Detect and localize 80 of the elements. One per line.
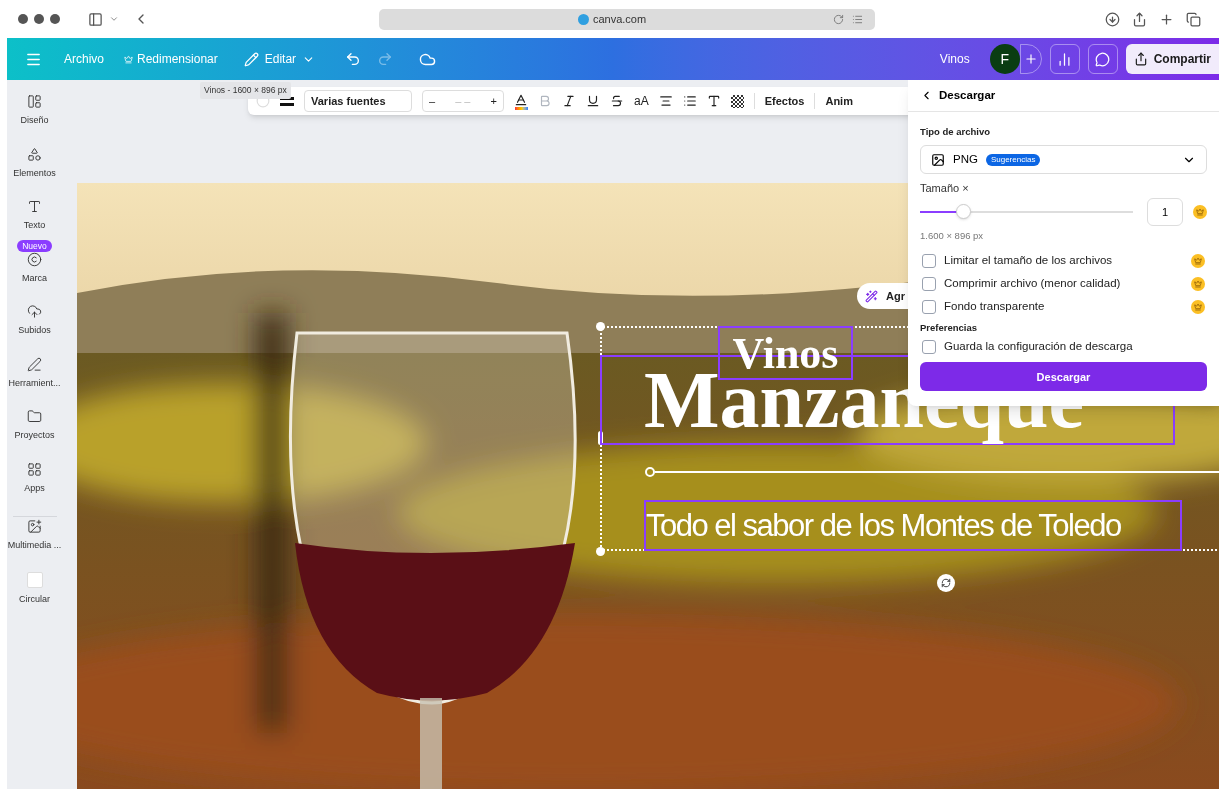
sidebar-label[interactable]: Elementos bbox=[13, 166, 56, 180]
panel-title: Descargar bbox=[939, 87, 996, 103]
size-field[interactable]: 1 bbox=[1147, 197, 1183, 226]
new-badge: Nuevo bbox=[17, 239, 52, 252]
text-color-icon[interactable] bbox=[514, 92, 528, 110]
sidebar-label[interactable]: Marca bbox=[22, 271, 47, 285]
pen-icon[interactable] bbox=[27, 356, 42, 372]
checkbox[interactable] bbox=[922, 339, 936, 354]
download-icon[interactable] bbox=[1105, 11, 1120, 27]
new-tab-icon[interactable] bbox=[1159, 11, 1174, 27]
animate-button[interactable]: Anim bbox=[814, 92, 853, 110]
tooltip: Vinos - 1600 × 896 px bbox=[200, 82, 291, 99]
align-center-icon[interactable] bbox=[658, 94, 673, 108]
sidebar-label[interactable]: Proyectos bbox=[14, 429, 55, 443]
spacing-icon[interactable] bbox=[706, 94, 721, 108]
sidebar-label[interactable]: Subidos bbox=[18, 324, 51, 338]
resize-handle[interactable] bbox=[596, 322, 605, 331]
crown-icon bbox=[124, 54, 133, 64]
share-button[interactable]: Compartir bbox=[1125, 44, 1219, 74]
sidebar-label[interactable]: Herramient... bbox=[8, 376, 61, 390]
sidebar-label[interactable]: Diseño bbox=[20, 114, 49, 128]
resize-handle[interactable] bbox=[596, 547, 605, 556]
list-icon[interactable] bbox=[682, 94, 697, 108]
section-label: Tipo de archivo bbox=[920, 125, 992, 139]
option-label: Fondo transparente bbox=[944, 298, 1046, 314]
checkbox[interactable] bbox=[922, 253, 936, 268]
dimensions-text: 1.600 × 896 px bbox=[920, 228, 985, 243]
avatar[interactable]: F bbox=[989, 44, 1020, 74]
sidebar-icon[interactable] bbox=[88, 11, 103, 27]
cloud-upload-icon[interactable] bbox=[27, 304, 42, 319]
url-text: canva.com bbox=[592, 11, 647, 27]
image-plus-icon[interactable] bbox=[27, 519, 42, 534]
sidebar-label[interactable]: Texto bbox=[23, 219, 46, 233]
tabs-icon[interactable] bbox=[1186, 11, 1201, 27]
undo-icon[interactable] bbox=[345, 51, 362, 67]
size-label: Tamaño × bbox=[920, 181, 970, 197]
comment-icon[interactable] bbox=[1087, 44, 1118, 74]
pencil-icon bbox=[243, 51, 259, 67]
design-title[interactable]: Vinos bbox=[939, 50, 970, 68]
decrease-button[interactable]: – bbox=[429, 92, 436, 110]
underline-icon[interactable] bbox=[586, 94, 600, 108]
line-style-icon[interactable] bbox=[280, 96, 294, 106]
address-bar[interactable]: canva.com bbox=[379, 8, 875, 30]
thumbnail-icon[interactable] bbox=[26, 571, 43, 588]
sidebar-label[interactable]: Circular bbox=[19, 592, 50, 606]
layout-icon[interactable] bbox=[27, 94, 42, 109]
crown-icon bbox=[1193, 204, 1207, 219]
checkbox[interactable] bbox=[922, 299, 936, 314]
site-icon bbox=[577, 13, 589, 25]
share-icon[interactable] bbox=[1132, 11, 1147, 27]
line-element[interactable] bbox=[645, 467, 1219, 477]
brand-icon[interactable] bbox=[27, 251, 42, 267]
reader-icon[interactable] bbox=[852, 13, 863, 25]
option-label: Comprimir archivo (menor calidad) bbox=[944, 275, 1122, 291]
italic-icon[interactable] bbox=[562, 94, 576, 108]
slider-thumb[interactable] bbox=[955, 203, 971, 219]
text-icon[interactable] bbox=[27, 199, 42, 214]
strikethrough-icon[interactable] bbox=[610, 94, 624, 108]
folder-icon[interactable] bbox=[27, 409, 42, 424]
grid-icon[interactable] bbox=[27, 461, 42, 477]
share-icon bbox=[1133, 52, 1148, 66]
option-label: Guarda la configuración de descarga bbox=[944, 339, 1134, 355]
transparency-icon[interactable] bbox=[730, 94, 744, 108]
font-size-field[interactable]: – – – + bbox=[422, 90, 504, 112]
sidebar-label[interactable]: Multimedia ... bbox=[7, 539, 62, 553]
shapes-icon[interactable] bbox=[27, 146, 42, 162]
chart-icon[interactable] bbox=[1049, 44, 1080, 74]
option-label: Limitar el tamaño de los archivos bbox=[944, 252, 1114, 268]
suggestion-badge: Sugerencias bbox=[985, 153, 1041, 166]
file-type-select[interactable]: PNG Sugerencias bbox=[920, 145, 1207, 175]
section-label: Preferencias bbox=[920, 321, 979, 335]
case-button[interactable]: aA bbox=[634, 92, 649, 110]
reload-icon[interactable] bbox=[833, 13, 844, 25]
image-icon bbox=[931, 152, 945, 167]
sidebar-label[interactable]: Apps bbox=[24, 481, 45, 495]
magic-wand-icon bbox=[865, 289, 878, 303]
increase-button[interactable]: + bbox=[490, 92, 497, 110]
effects-button[interactable]: Efectos bbox=[753, 92, 805, 110]
checkbox[interactable] bbox=[922, 276, 936, 291]
font-field[interactable]: Varias fuentes bbox=[304, 90, 412, 112]
